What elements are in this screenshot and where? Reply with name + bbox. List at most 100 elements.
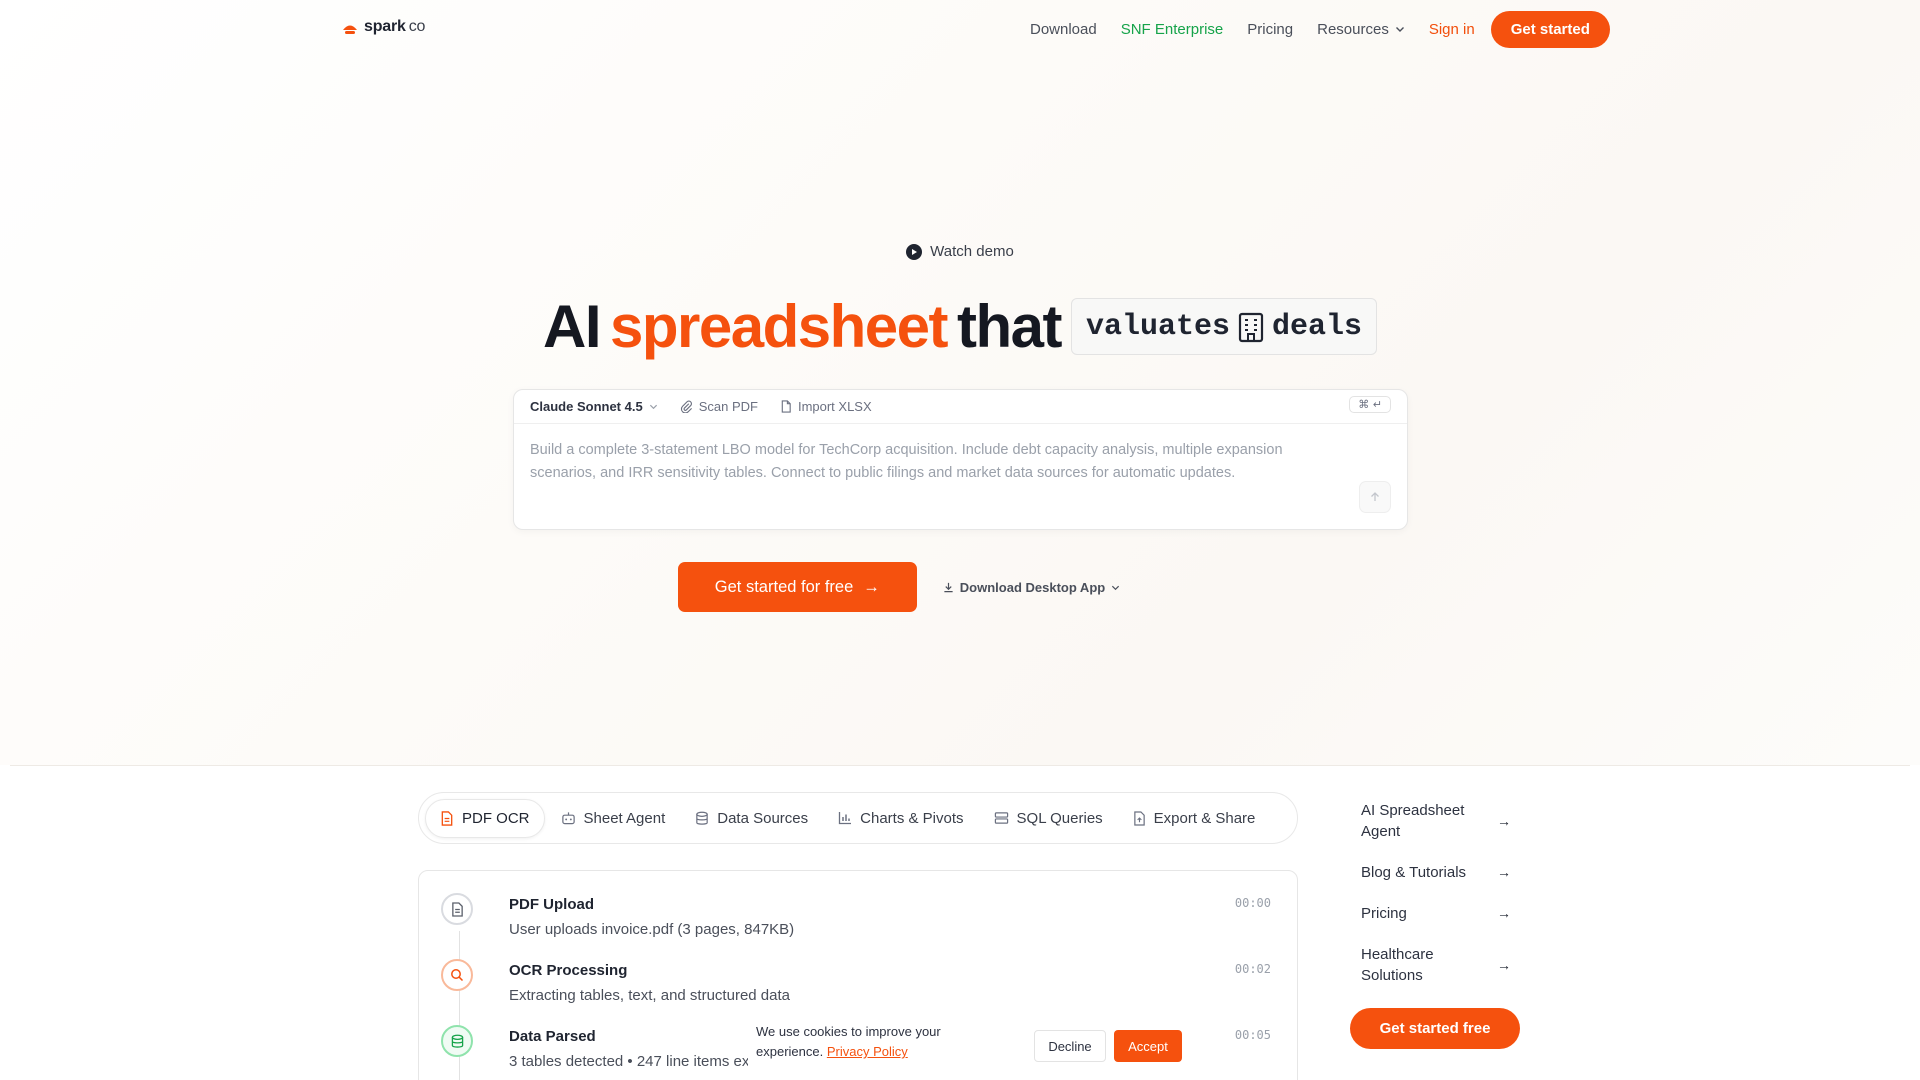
nav-get-started-button[interactable]: Get started — [1490, 10, 1610, 48]
file-icon — [441, 893, 473, 925]
tab-label: PDF OCR — [462, 809, 530, 827]
side-link-label: AI Spreadsheet Agent — [1361, 802, 1465, 840]
timeline-step-title: PDF Upload — [509, 896, 594, 913]
logo[interactable]: spark co — [342, 18, 425, 36]
timeline-step-title: Data Parsed — [509, 1028, 596, 1045]
side-links: AI Spreadsheet Agent → Blog & Tutorials →… — [1361, 800, 1511, 986]
scan-pdf-button[interactable]: Scan PDF — [680, 399, 758, 414]
section-divider — [10, 765, 1910, 766]
feature-tabs: PDF OCR Sheet Agent Data Sources Charts … — [418, 792, 1298, 844]
watch-demo-link[interactable]: Watch demo — [0, 243, 1920, 260]
tab-label: Charts & Pivots — [860, 809, 964, 827]
side-link-label: Blog & Tutorials — [1361, 864, 1467, 881]
nav-resources-label: Resources — [1317, 20, 1389, 38]
arrow-up-icon — [1371, 492, 1379, 501]
download-desktop-app-button[interactable]: Download Desktop App — [943, 580, 1120, 595]
side-get-started-free-button[interactable]: Get started free — [1350, 1008, 1520, 1049]
search-icon — [441, 959, 473, 991]
nav-pricing[interactable]: Pricing — [1247, 21, 1293, 38]
timeline-step-time: 00:05 — [1234, 1028, 1271, 1042]
chevron-down-icon — [1112, 585, 1120, 590]
cta-row: Get started for free → Download Desktop … — [0, 562, 1920, 612]
database-icon — [696, 811, 709, 825]
robot-icon — [561, 812, 575, 825]
nav-links: Download SNF Enterprise Pricing Resource… — [1030, 0, 1610, 58]
hero-headline: AI spreadsheet that valuates deals — [0, 292, 1920, 361]
side-link-pricing[interactable]: Pricing → — [1361, 903, 1511, 924]
file-icon — [781, 400, 791, 413]
hero-background — [0, 0, 1920, 765]
logo-text: spark co — [364, 18, 426, 35]
play-icon — [906, 243, 923, 260]
side-link-ai-spreadsheet-agent[interactable]: AI Spreadsheet Agent → — [1361, 800, 1511, 842]
tab-sheet-agent[interactable]: Sheet Agent — [547, 800, 680, 837]
model-select-label: Claude Sonnet 4.5 — [530, 399, 643, 414]
tab-label: Export & Share — [1153, 809, 1256, 827]
privacy-policy-link[interactable]: Privacy Policy — [827, 1044, 908, 1059]
get-started-free-label: Get started for free — [714, 577, 854, 596]
tab-label: Sheet Agent — [583, 809, 666, 827]
file-text-icon — [441, 810, 453, 826]
send-button[interactable] — [1359, 481, 1391, 513]
arrow-right-icon: → — [1497, 864, 1511, 880]
cookie-accept-button[interactable]: Accept — [1114, 1030, 1182, 1062]
tab-sql-queries[interactable]: SQL Queries — [980, 800, 1117, 837]
timeline-connector — [459, 931, 460, 1080]
nav-enterprise[interactable]: SNF Enterprise — [1121, 21, 1224, 38]
download-icon — [944, 582, 953, 592]
watch-demo-label: Watch demo — [930, 243, 1014, 260]
side-link-label: Pricing — [1361, 905, 1407, 922]
rotating-word-pill: valuates deals — [1070, 298, 1378, 355]
tab-export-share[interactable]: Export & Share — [1119, 800, 1270, 837]
paperclip-icon — [680, 400, 692, 413]
import-xlsx-label: Import XLSX — [797, 399, 872, 414]
headline-part-1: AI — [542, 293, 602, 360]
arrow-right-icon: → — [1497, 812, 1511, 829]
side-link-blog-tutorials[interactable]: Blog & Tutorials → — [1361, 862, 1511, 883]
spark-logo-icon — [343, 25, 357, 34]
arrow-right-icon: → — [1497, 905, 1511, 921]
timeline-step-desc: 3 tables detected • 247 line items extra — [509, 1053, 767, 1070]
headline-part-2: that — [956, 293, 1062, 360]
tab-data-sources[interactable]: Data Sources — [681, 800, 822, 837]
nav-signin[interactable]: Sign in — [1429, 21, 1475, 38]
arrow-right-icon: → — [1497, 956, 1511, 973]
timeline-step-title: OCR Processing — [509, 962, 628, 979]
timeline-step-time: 00:00 — [1234, 896, 1271, 910]
tab-charts-pivots[interactable]: Charts & Pivots — [824, 800, 977, 837]
prompt-toolbar: Claude Sonnet 4.5 Scan PDF Import XLSX — [514, 390, 1407, 424]
building-icon — [1238, 312, 1264, 342]
model-select[interactable]: Claude Sonnet 4.5 — [530, 399, 658, 414]
cookie-message: We use cookies to improve your experienc… — [756, 1024, 941, 1059]
timeline-step-desc: User uploads invoice.pdf (3 pages, 847KB… — [509, 921, 795, 938]
scan-pdf-label: Scan PDF — [698, 399, 758, 414]
headline-accent: spreadsheet — [609, 293, 949, 360]
timeline-step-time: 00:02 — [1234, 962, 1271, 976]
prompt-box: Claude Sonnet 4.5 Scan PDF Import XLSX ⌘… — [513, 389, 1408, 530]
top-nav: spark co Download SNF Enterprise Pricing … — [0, 0, 1920, 58]
database-icon — [441, 1025, 473, 1057]
rotator-right-word: deals — [1272, 309, 1363, 344]
tab-label: Data Sources — [717, 809, 809, 827]
arrow-right-icon: → — [863, 577, 880, 596]
cookie-decline-button[interactable]: Decline — [1034, 1030, 1106, 1062]
chevron-down-icon — [1395, 27, 1404, 32]
tab-label: SQL Queries — [1016, 809, 1103, 827]
side-link-healthcare-solutions[interactable]: Healthcare Solutions → — [1361, 944, 1511, 986]
server-icon — [994, 812, 1008, 824]
nav-resources[interactable]: Resources — [1317, 21, 1405, 38]
rotator-left-word: valuates — [1085, 309, 1230, 344]
import-xlsx-button[interactable]: Import XLSX — [780, 399, 872, 414]
bar-chart-icon — [838, 812, 852, 825]
submit-shortcut-hint: ⌘ ↵ — [1349, 396, 1391, 413]
get-started-free-button[interactable]: Get started for free → — [677, 562, 917, 612]
cookie-banner: We use cookies to improve your experienc… — [748, 1014, 1188, 1074]
chevron-down-icon — [649, 404, 657, 410]
timeline-step-desc: Extracting tables, text, and structured … — [509, 987, 790, 1004]
prompt-input[interactable]: Build a complete 3-statement LBO model f… — [530, 439, 1350, 485]
tab-pdf-ocr[interactable]: PDF OCR — [425, 798, 545, 838]
download-desktop-app-label: Download Desktop App — [959, 579, 1106, 595]
nav-download[interactable]: Download — [1030, 21, 1097, 38]
file-export-icon — [1133, 810, 1145, 826]
side-link-label: Healthcare Solutions — [1361, 946, 1434, 984]
